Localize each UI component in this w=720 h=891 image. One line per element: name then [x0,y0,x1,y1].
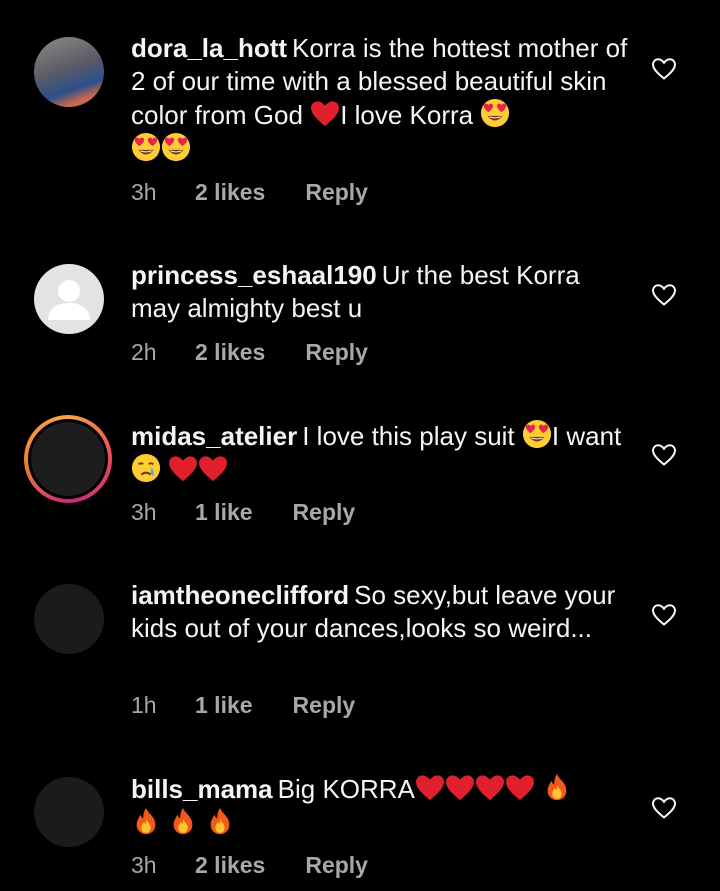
heart-eyes-emoji [522,419,552,449]
red-heart-emoji [505,774,535,802]
reply-button[interactable]: Reply [305,852,368,879]
comment-text: dora_la_hott Korra is the hottest mother … [131,32,631,166]
avatar[interactable] [34,584,104,654]
red-heart-emoji [168,455,198,483]
comment-username[interactable]: midas_atelier [131,421,297,451]
comment-body-continued: I love Korra [340,100,474,130]
like-heart-icon[interactable] [651,443,677,467]
red-heart-emoji [445,774,475,802]
like-heart-icon[interactable] [651,796,677,820]
comment-time: 3h [131,179,157,205]
comment-username[interactable]: bills_mama [131,774,273,804]
reply-button[interactable]: Reply [305,179,368,206]
reply-button[interactable]: Reply [293,692,356,719]
comment-body-continued: I want [551,421,622,451]
red-heart-emoji [198,455,228,483]
avatar[interactable] [34,37,104,107]
comment-time: 1h [131,692,157,718]
comment-body: Big KORRA [277,774,415,804]
comment-text: midas_atelier I love this play suit I wan… [131,419,631,487]
comment-likes[interactable]: 1 like [195,499,253,526]
comment-text: princess_eshaal190 Ur the best Korra may … [131,259,631,325]
fire-emoji [168,806,198,836]
comment-username[interactable]: iamtheoneclifford [131,580,349,610]
reply-button[interactable]: Reply [305,339,368,366]
avatar-story-ring[interactable] [24,415,112,503]
comment-meta: 3h 2 likes Reply [131,852,368,879]
avatar[interactable] [34,264,104,334]
red-heart-emoji [475,774,505,802]
default-avatar-icon [48,280,90,320]
comment-body: I love this play suit [302,421,515,451]
comment-likes[interactable]: 1 like [195,692,253,719]
comment-meta: 3h 2 likes Reply [131,179,368,206]
comment-likes[interactable]: 2 likes [195,339,265,366]
comment-username[interactable]: princess_eshaal190 [131,260,377,290]
comment-meta: 2h 2 likes Reply [131,339,368,366]
comment-meta: 1h 1 like Reply [131,692,355,719]
comment-text: bills_mama Big KORRA [131,772,631,840]
like-heart-icon[interactable] [651,603,677,627]
comment-meta: 3h 1 like Reply [131,499,355,526]
comment-time: 2h [131,339,157,365]
heart-eyes-emoji [480,98,510,128]
avatar[interactable] [34,777,104,847]
comment-time: 3h [131,499,157,525]
fire-emoji [205,806,235,836]
comment-likes[interactable]: 2 likes [195,852,265,879]
like-heart-icon[interactable] [651,57,677,81]
comment-likes[interactable]: 2 likes [195,179,265,206]
red-heart-emoji [310,100,340,128]
avatar [31,422,105,496]
heart-eyes-emoji [161,132,191,162]
crying-emoji [131,453,161,483]
reply-button[interactable]: Reply [293,499,356,526]
fire-emoji [542,772,572,802]
heart-eyes-emoji [131,132,161,162]
red-heart-emoji [415,774,445,802]
like-heart-icon[interactable] [651,283,677,307]
fire-emoji [131,806,161,836]
comment-text: iamtheoneclifford So sexy,but leave your … [131,579,631,645]
comment-time: 3h [131,852,157,878]
comment-username[interactable]: dora_la_hott [131,33,287,63]
